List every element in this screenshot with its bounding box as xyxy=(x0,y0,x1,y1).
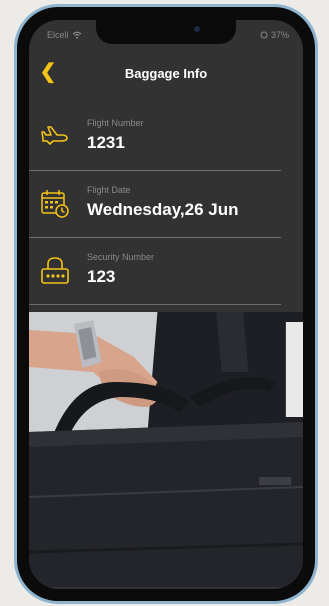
page-title: Baggage Info xyxy=(124,66,208,81)
flight-number-row: Flight Number 1231 xyxy=(29,105,303,171)
divider xyxy=(29,304,281,305)
phone-bezel: Elcell 37% ❮ Baggage Info Flight Number … xyxy=(17,7,315,601)
divider xyxy=(29,237,281,238)
security-number-row: Security Number 123 xyxy=(29,239,303,305)
nav-bar: ❮ Baggage Info xyxy=(29,54,303,94)
wifi-icon xyxy=(72,31,81,39)
status-right: 37% xyxy=(260,30,289,40)
flight-date-label: Flight Date xyxy=(87,185,131,195)
divider xyxy=(29,170,281,171)
status-left: Elcell xyxy=(47,30,82,40)
orientation-lock-icon xyxy=(260,31,268,39)
carrier-label: Elcell xyxy=(47,30,69,40)
security-number-value: 123 xyxy=(87,267,116,286)
security-number-label: Security Number xyxy=(87,252,155,262)
flight-date-value: Wednesday,26 Jun xyxy=(87,200,239,219)
calendar-clock-icon xyxy=(41,190,69,218)
flight-number-value: 1231 xyxy=(87,133,125,152)
status-bar: Elcell 37% xyxy=(29,20,303,54)
airplane-icon xyxy=(41,126,68,145)
app-screen: Elcell 37% ❮ Baggage Info Flight Number … xyxy=(29,20,303,589)
flight-number-label: Flight Number xyxy=(87,118,144,128)
camera-notch xyxy=(96,20,236,44)
flight-date-row: Flight Date Wednesday,26 Jun xyxy=(29,172,303,238)
baggage-photo xyxy=(29,312,303,587)
battery-percent: 37% xyxy=(270,30,289,40)
padlock-icon xyxy=(41,257,69,284)
phone-frame: Elcell 37% ❮ Baggage Info Flight Number … xyxy=(14,4,318,604)
